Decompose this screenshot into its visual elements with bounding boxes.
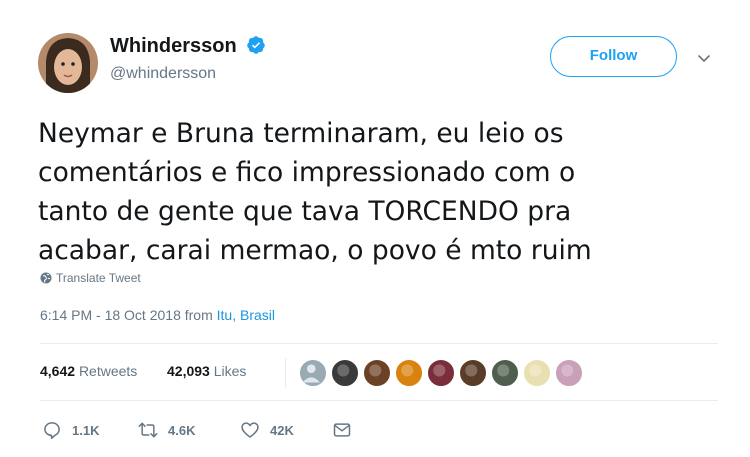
tweet-stats: 4,642 Retweets 42,093 Likes <box>40 358 720 388</box>
liker-avatar[interactable] <box>458 358 488 388</box>
liker-avatar[interactable] <box>554 358 584 388</box>
reply-icon <box>44 422 60 439</box>
stats-separator <box>285 358 286 388</box>
translate-tweet-link[interactable]: Translate Tweet <box>40 271 141 285</box>
likes-label: Likes <box>213 363 247 379</box>
likes-count: 42,093 <box>167 363 210 379</box>
liker-avatar[interactable] <box>330 358 360 388</box>
user-handle[interactable]: @whindersson <box>110 65 266 83</box>
retweet-icon <box>138 422 158 438</box>
from-label: from <box>184 307 213 323</box>
location-link[interactable]: Itu, Brasil <box>217 307 275 323</box>
envelope-icon <box>333 423 351 437</box>
globe-icon <box>40 272 52 284</box>
heart-icon <box>241 422 259 438</box>
tweet-time[interactable]: 6:14 PM - 18 Oct 2018 <box>40 307 181 323</box>
tweet-actions: 1.1K 4.6K 42K <box>42 418 442 442</box>
chevron-down-icon[interactable] <box>696 50 712 66</box>
liker-avatar[interactable] <box>490 358 520 388</box>
retweets-count: 4,642 <box>40 363 76 379</box>
liker-avatar[interactable] <box>362 358 392 388</box>
display-name[interactable]: Whindersson <box>110 35 237 58</box>
like-button[interactable]: 42K <box>240 418 294 442</box>
liker-avatar[interactable] <box>426 358 456 388</box>
liker-avatar[interactable] <box>522 358 552 388</box>
retweets-stat[interactable]: 4,642 Retweets <box>40 363 137 379</box>
user-info: Whindersson @whindersson <box>110 35 266 83</box>
tweet-text-line: comentários e fico impressionado com o <box>38 157 576 188</box>
tweet-header: Whindersson @whindersson Follow <box>38 33 728 93</box>
tweet-text: Neymar e Bruna terminaram, eu leio os co… <box>38 114 728 270</box>
tweet-timestamp: 6:14 PM - 18 Oct 2018 from Itu, Brasil <box>40 307 275 323</box>
divider <box>40 400 718 401</box>
tweet-text-line: acabar, carai mermao, o povo é mto ruim <box>38 235 592 266</box>
retweet-count: 4.6K <box>168 422 196 438</box>
divider <box>40 343 718 344</box>
reply-count: 1.1K <box>72 422 100 438</box>
liker-avatar[interactable] <box>394 358 424 388</box>
tweet-text-line: tanto de gente que tava TORCENDO pra <box>38 196 572 227</box>
follow-button[interactable]: Follow <box>550 36 677 77</box>
retweet-button[interactable]: 4.6K <box>138 418 195 442</box>
default-avatar-icon[interactable] <box>298 358 328 388</box>
direct-message-button[interactable] <box>332 418 352 442</box>
avatar[interactable] <box>38 33 98 93</box>
reply-button[interactable]: 1.1K <box>42 418 99 442</box>
verified-badge-icon <box>247 36 265 54</box>
retweets-label: Retweets <box>78 363 138 379</box>
translate-label: Translate Tweet <box>56 271 141 285</box>
likes-stat[interactable]: 42,093 Likes <box>167 363 246 379</box>
like-count: 42K <box>270 422 294 438</box>
tweet-text-line: Neymar e Bruna terminaram, eu leio os <box>38 118 564 149</box>
